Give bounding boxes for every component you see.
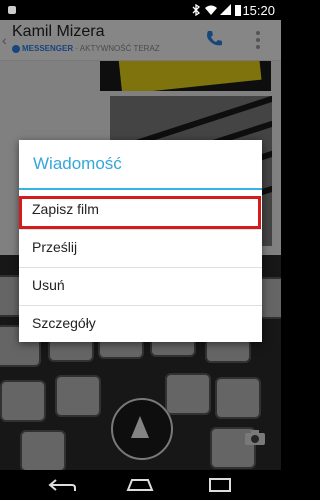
menu-item-details[interactable]: Szczegóły: [19, 305, 262, 343]
nav-recents-icon[interactable]: [200, 470, 240, 500]
dialog-title: Wiadomość: [33, 154, 122, 173]
menu-item-forward[interactable]: Prześlij: [19, 229, 262, 268]
navigation-bar: [0, 470, 281, 500]
menu-item-label: Szczegóły: [32, 315, 96, 331]
signal-icon: [220, 4, 231, 15]
status-bar: 15:20: [0, 0, 281, 20]
nav-back-icon[interactable]: [42, 470, 82, 500]
menu-item-delete[interactable]: Usuń: [19, 267, 262, 306]
notification-icon: [8, 6, 16, 14]
title-divider: [19, 188, 262, 190]
clock: 15:20: [242, 3, 275, 18]
menu-item-label: Prześlij: [32, 239, 78, 255]
battery-icon: [235, 5, 241, 16]
wifi-icon: [205, 5, 217, 15]
highlight-box: [19, 196, 261, 229]
message-options-dialog: Wiadomość Zapisz film Prześlij Usuń Szcz…: [19, 140, 262, 342]
menu-item-label: Usuń: [32, 277, 65, 293]
bluetooth-icon: [192, 4, 201, 16]
nav-home-icon[interactable]: [120, 470, 160, 500]
